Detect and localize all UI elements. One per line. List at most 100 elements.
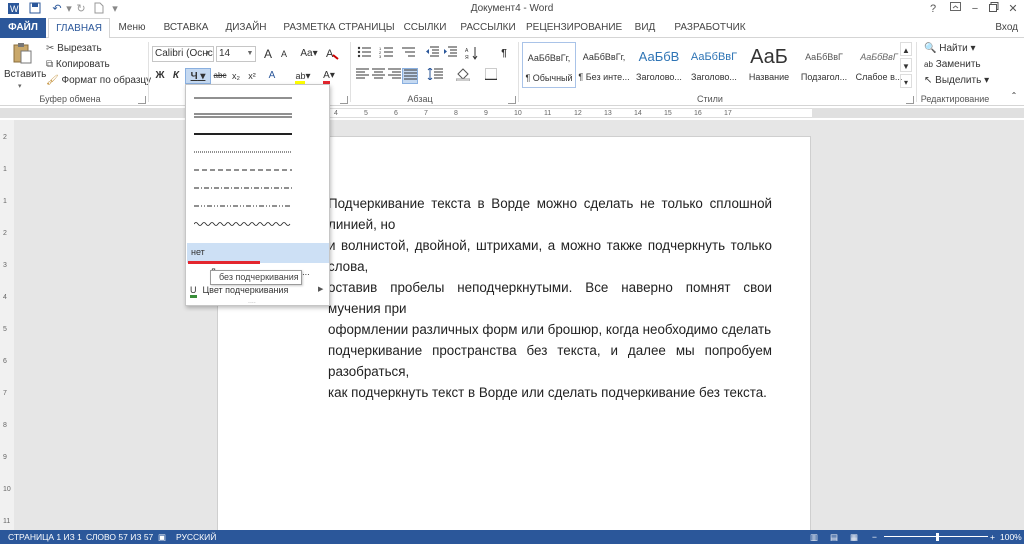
resize-grip-icon[interactable]: .... [248,295,256,309]
styles-scroll-down-icon[interactable]: ▼ [900,58,912,72]
styles-more-icon[interactable]: ▾ [900,74,912,88]
clear-formatting-icon[interactable]: A [324,46,340,62]
tab-view[interactable]: ВИД [632,18,658,38]
underline-color-item[interactable]: U Цвет подчеркивания [190,283,288,298]
grow-font-button[interactable]: A [260,46,276,62]
line-spacing-icon[interactable] [424,67,446,84]
format-painter-button[interactable]: 🖌 Формат по образцу [46,74,151,88]
styles-launcher-icon[interactable] [906,96,914,104]
zoom-level[interactable]: 100% [1000,530,1022,544]
tab-home[interactable]: ГЛАВНАЯ [48,18,110,39]
bold-button[interactable]: Ж [152,68,168,84]
shrink-font-button[interactable]: A [276,46,292,62]
decrease-indent-icon[interactable] [424,46,440,62]
tab-file[interactable]: ФАЙЛ [0,18,46,38]
paste-button[interactable]: Вставить ▾ [4,42,46,90]
superscript-button[interactable]: x² [244,68,260,84]
font-launcher-icon[interactable] [340,96,348,104]
multilevel-list-icon[interactable] [398,46,418,62]
style-normal[interactable]: АаБбВвГг, ¶ Обычный [522,42,576,88]
cut-button[interactable]: ✂ Вырезать [46,42,102,56]
change-case-button[interactable]: Aa▾ [298,46,320,62]
tab-insert[interactable]: ВСТАВКА [158,18,214,38]
tab-design[interactable]: ДИЗАЙН [220,18,272,38]
help-button[interactable]: ? [924,1,942,17]
zoom-out-icon[interactable]: − [872,530,877,544]
tab-menu[interactable]: Меню [114,18,150,38]
vertical-ruler[interactable]: 2 1 1 2 3 4 5 6 7 8 9 10 11 [0,120,14,530]
page-count[interactable]: СТРАНИЦА 1 ИЗ 1 [8,530,82,544]
highlight-button[interactable]: ab▾ [292,68,314,84]
style-heading-1[interactable]: АаБбВ Заголово... [632,42,686,88]
sort-icon[interactable]: АЯ [464,46,480,62]
paragraph-launcher-icon[interactable] [508,96,516,104]
underline-button[interactable]: Ч ▾ [185,68,211,84]
language[interactable]: РУССКИЙ [176,530,216,544]
font-color-button[interactable]: A▾ [318,68,340,84]
read-mode-icon[interactable]: ▥ [810,530,818,544]
sign-in-link[interactable]: Вход [995,18,1018,38]
underline-option-wave[interactable] [194,217,292,231]
underline-option-dash-dot-dot[interactable] [194,199,292,213]
zoom-slider-thumb[interactable] [936,533,939,541]
numbering-icon[interactable]: 123 [376,46,396,62]
minimize-icon[interactable]: − [966,1,984,17]
show-formatting-marks-icon[interactable]: ¶ [496,46,512,62]
tab-references[interactable]: ССЫЛКИ [400,18,450,38]
proofing-icon[interactable]: ▣ [158,530,166,544]
document-line: оформлении различных форм или брошюр, ко… [328,322,772,337]
bullets-icon[interactable] [354,46,374,62]
tab-review[interactable]: РЕЦЕНЗИРОВАНИЕ [526,18,622,38]
align-right-icon[interactable] [386,68,402,84]
underline-option-single[interactable] [194,91,292,105]
style-name: Название [748,72,790,82]
font-size-value: 14 [219,48,231,59]
style-subtitle[interactable]: АаБбВвГ Подзагол... [797,42,851,88]
align-left-icon[interactable] [354,68,370,84]
font-size-box[interactable]: 14 ▼ [216,46,256,62]
replace-button[interactable]: ab Заменить [924,58,981,72]
underline-option-double[interactable] [194,109,292,123]
strikethrough-button[interactable]: abc [212,68,228,84]
underline-color-icon: U [190,285,197,298]
style-name: Слабое в... [855,72,903,82]
zoom-in-icon[interactable]: + [990,530,995,544]
justify-icon[interactable] [402,68,418,84]
find-button[interactable]: 🔍 Найти ▾ [924,42,976,56]
underline-option-dotted[interactable] [194,145,292,159]
underline-option-dashed[interactable] [194,163,292,177]
font-name-box[interactable]: Calibri (Оснс ▼ [152,46,214,62]
text-effects-icon[interactable]: A [264,68,280,84]
style-name: ¶ Обычный [525,73,573,83]
styles-scroll-up-icon[interactable]: ▲ [900,42,912,56]
style-title[interactable]: АаБ Название [742,42,796,88]
word-count[interactable]: СЛОВО 57 ИЗ 57 [86,530,153,544]
document-text[interactable]: Подчеркивание текста в Ворде можно сдела… [328,193,772,403]
style-heading-2[interactable]: АаБбВвГ Заголово... [687,42,741,88]
tab-mailings[interactable]: РАССЫЛКИ [456,18,520,38]
subscript-button[interactable]: x₂ [228,68,244,84]
underline-option-none[interactable]: нет [187,243,329,263]
italic-button[interactable]: К [168,68,184,84]
collapse-ribbon-icon[interactable]: ⌃ [1006,88,1022,104]
style-preview: АаБбВвГ [805,52,843,62]
clipboard-launcher-icon[interactable] [138,96,146,104]
align-center-icon[interactable] [370,68,386,84]
style-no-spacing[interactable]: АаБбВвГг, ¶ Без инте... [577,42,631,88]
ribbon-display-options-icon[interactable] [946,1,964,17]
select-button[interactable]: ↖ Выделить ▾ [924,74,989,88]
group-divider [148,42,149,102]
tab-developer[interactable]: РАЗРАБОТЧИК [670,18,750,38]
print-layout-icon[interactable]: ▤ [830,530,838,544]
borders-icon[interactable] [480,68,502,84]
style-subtle-emphasis[interactable]: АаБбВвГ Слабое в... [852,42,906,88]
underline-option-thick[interactable] [194,127,292,141]
maximize-icon[interactable] [985,1,1003,17]
copy-button[interactable]: ⧉ Копировать [46,58,110,72]
underline-option-dash-dot[interactable] [194,181,292,195]
tab-page-layout[interactable]: РАЗМЕТКА СТРАНИЦЫ [280,18,398,38]
close-icon[interactable]: ✕ [1004,1,1022,17]
shading-icon[interactable] [452,68,474,84]
increase-indent-icon[interactable] [442,46,458,62]
web-layout-icon[interactable]: ▦ [850,530,858,544]
